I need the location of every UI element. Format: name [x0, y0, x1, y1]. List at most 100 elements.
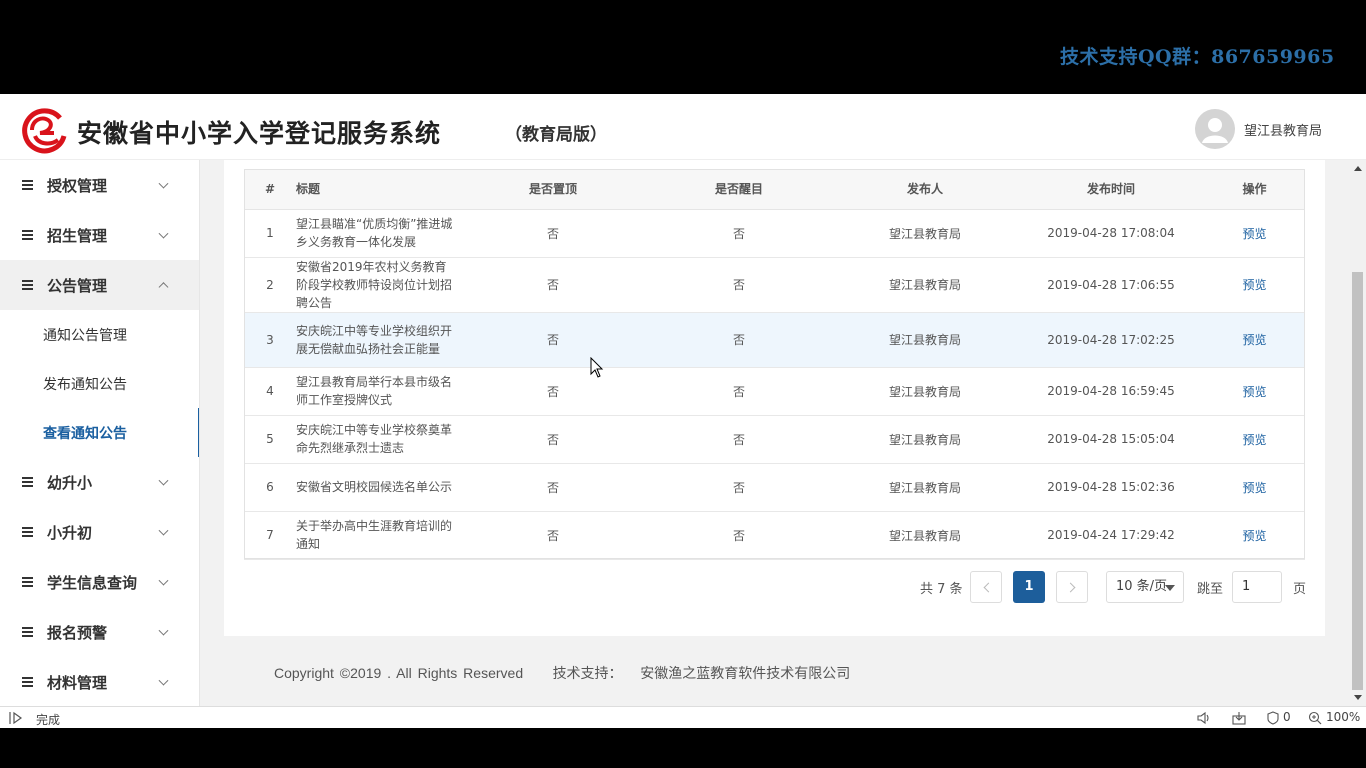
table-header-row: # 标题 是否置顶 是否醒目 发布人 发布时间 操作 [244, 169, 1305, 210]
sidebar-group-kindergarten-to-primary[interactable]: 幼升小 [0, 457, 199, 507]
zoom-icon[interactable] [1308, 711, 1324, 725]
main-content: # 标题 是否置顶 是否醒目 发布人 发布时间 操作 1 望江县瞄准“优质均衡”… [200, 160, 1350, 706]
support-qq-text: 技术支持QQ群：867659965 [1060, 46, 1335, 68]
column-header-pinned: 是否置顶 [460, 169, 646, 210]
bottom-black-bar [0, 728, 1366, 768]
table-row[interactable]: 7 关于举办高中生涯教育培训的通知 否 否 望江县教育局 2019-04-24 … [244, 511, 1305, 560]
preview-link[interactable]: 预览 [1242, 481, 1266, 495]
chevron-down-icon [158, 575, 169, 586]
row-publish-time: 2019-04-28 15:05:04 [1018, 415, 1204, 464]
row-highlighted: 否 [646, 257, 832, 313]
row-pinned: 否 [460, 415, 646, 464]
row-publisher: 望江县教育局 [832, 367, 1018, 416]
preview-link[interactable]: 预览 [1242, 333, 1266, 347]
column-header-highlighted: 是否醒目 [646, 169, 832, 210]
row-publisher: 望江县教育局 [832, 312, 1018, 368]
chevron-left-icon [983, 582, 994, 593]
row-highlighted: 否 [646, 367, 832, 416]
row-highlighted: 否 [646, 209, 832, 258]
preview-link[interactable]: 预览 [1242, 385, 1266, 399]
page-size-value: 10 条/页 [1116, 579, 1168, 594]
sidebar-group-registration-alert[interactable]: 报名预警 [0, 607, 199, 657]
prev-page-button[interactable] [970, 571, 1002, 603]
row-index: 1 [244, 209, 296, 258]
zoom-level[interactable]: 100% [1326, 710, 1360, 724]
adblock-icon[interactable] [1266, 711, 1280, 725]
row-highlighted: 否 [646, 463, 832, 512]
row-pinned: 否 [460, 209, 646, 258]
user-name[interactable]: 望江县教育局 [1244, 120, 1322, 139]
scroll-thumb[interactable] [1352, 272, 1363, 690]
menu-icon [22, 230, 34, 240]
menu-icon [22, 280, 34, 290]
preview-link[interactable]: 预览 [1242, 433, 1266, 447]
footer: Copyright ©2019 . All Rights Reserved 技术… [274, 663, 850, 683]
table-row[interactable]: 6 安徽省文明校园候选名单公示 否 否 望江县教育局 2019-04-28 15… [244, 463, 1305, 512]
row-title: 望江县教育局举行本县市级名师工作室授牌仪式 [296, 367, 460, 416]
app-header: 安徽省中小学入学登记服务系统 （教育局版） 望江县教育局 [0, 94, 1366, 160]
row-pinned: 否 [460, 511, 646, 560]
table-row[interactable]: 1 望江县瞄准“优质均衡”推进城乡义务教育一体化发展 否 否 望江县教育局 20… [244, 209, 1305, 258]
sidebar-group-student-query[interactable]: 学生信息查询 [0, 557, 199, 607]
sidebar-item-view-notices[interactable]: 查看通知公告 [0, 408, 199, 457]
vertical-scrollbar[interactable] [1350, 160, 1366, 706]
row-pinned: 否 [460, 367, 646, 416]
blocked-count: 0 [1283, 710, 1291, 724]
table-row[interactable]: 2 安徽省2019年农村义务教育阶段学校教师特设岗位计划招聘公告 否 否 望江县… [244, 257, 1305, 313]
row-publish-time: 2019-04-28 16:59:45 [1018, 367, 1204, 416]
page-size-select[interactable]: 10 条/页 [1106, 571, 1184, 603]
browser-status-bar: 完成 0 100% [0, 706, 1366, 728]
page-unit-label: 页 [1293, 582, 1307, 597]
row-index: 7 [244, 511, 296, 560]
row-publisher: 望江县教育局 [832, 257, 1018, 313]
sidebar-group-primary-to-middle[interactable]: 小升初 [0, 507, 199, 557]
menu-icon [22, 627, 34, 637]
sidebar-group-label: 小升初 [47, 523, 93, 542]
menu-icon [22, 180, 34, 190]
column-header-action: 操作 [1204, 169, 1305, 210]
copyright-text: Copyright ©2019 . All Rights Reserved [274, 665, 524, 681]
sidebar-group-enrollment[interactable]: 招生管理 [0, 210, 199, 260]
sidebar-toggle-icon[interactable] [8, 711, 24, 725]
sidebar-item-notice-management[interactable]: 通知公告管理 [0, 310, 199, 359]
row-index: 6 [244, 463, 296, 512]
row-pinned: 否 [460, 257, 646, 313]
preview-link[interactable]: 预览 [1242, 529, 1266, 543]
speaker-icon[interactable] [1196, 711, 1212, 725]
notice-table: # 标题 是否置顶 是否醒目 发布人 发布时间 操作 1 望江县瞄准“优质均衡”… [244, 169, 1305, 560]
sidebar-group-label: 公告管理 [47, 276, 108, 295]
next-page-button[interactable] [1056, 571, 1088, 603]
row-title: 安庆皖江中等专业学校组织开展无偿献血弘扬社会正能量 [296, 312, 460, 368]
current-page-button[interactable]: 1 [1013, 571, 1045, 603]
sidebar-group-label: 学生信息查询 [47, 573, 138, 592]
row-highlighted: 否 [646, 511, 832, 560]
total-count: 共 7 条 [920, 582, 963, 597]
chevron-down-icon [158, 475, 169, 486]
scroll-down-icon[interactable] [1354, 695, 1362, 700]
sidebar-group-materials[interactable]: 材料管理 [0, 657, 199, 706]
avatar[interactable] [1195, 109, 1235, 149]
sidebar-group-auth[interactable]: 授权管理 [0, 160, 199, 210]
sidebar: 授权管理 招生管理 公告管理 通知公告管理 发布通知公告 查看通知公告 幼升小 … [0, 160, 200, 706]
support-label: 技术支持： [552, 665, 623, 681]
row-publisher: 望江县教育局 [832, 511, 1018, 560]
row-index: 4 [244, 367, 296, 416]
row-pinned: 否 [460, 463, 646, 512]
row-publish-time: 2019-04-28 15:02:36 [1018, 463, 1204, 512]
row-publisher: 望江县教育局 [832, 463, 1018, 512]
table-row[interactable]: 5 安庆皖江中等专业学校祭奠革命先烈继承烈士遗志 否 否 望江县教育局 2019… [244, 415, 1305, 464]
jump-page-input[interactable]: 1 [1232, 571, 1282, 603]
sidebar-item-publish-notice[interactable]: 发布通知公告 [0, 359, 199, 408]
table-row[interactable]: 3 安庆皖江中等专业学校组织开展无偿献血弘扬社会正能量 否 否 望江县教育局 2… [244, 312, 1305, 368]
preview-link[interactable]: 预览 [1242, 227, 1266, 241]
row-pinned: 否 [460, 312, 646, 368]
caret-down-icon [1165, 585, 1175, 591]
preview-link[interactable]: 预览 [1242, 278, 1266, 292]
table-row[interactable]: 4 望江县教育局举行本县市级名师工作室授牌仪式 否 否 望江县教育局 2019-… [244, 367, 1305, 416]
scroll-up-icon[interactable] [1354, 166, 1362, 171]
sidebar-group-notices[interactable]: 公告管理 [0, 260, 199, 310]
download-icon[interactable] [1231, 711, 1247, 725]
jump-label: 跳至 [1197, 582, 1224, 597]
row-index: 5 [244, 415, 296, 464]
row-title: 安庆皖江中等专业学校祭奠革命先烈继承烈士遗志 [296, 415, 460, 464]
